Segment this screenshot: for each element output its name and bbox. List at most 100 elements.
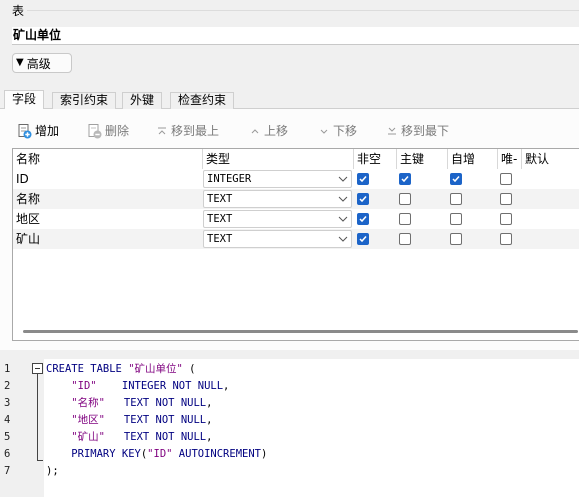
column-header-autoincrement[interactable]: 自增 <box>448 149 498 169</box>
primary-key-checkbox[interactable] <box>399 193 411 205</box>
line-number: 5 <box>4 431 11 443</box>
code-line[interactable]: "ID" INTEGER NOT NULL, <box>46 378 229 395</box>
field-name-cell[interactable]: 名称 <box>13 189 203 209</box>
column-header-type[interactable]: 类型 <box>203 149 354 169</box>
arrow-up-icon <box>249 125 261 137</box>
line-number: 3 <box>4 397 11 409</box>
autoincrement-checkbox[interactable] <box>450 213 462 225</box>
field-type-select[interactable]: TEXT <box>203 230 352 248</box>
autoincrement-checkbox[interactable] <box>450 173 462 185</box>
move-to-bottom-button[interactable]: 移到最下 <box>386 122 449 140</box>
unique-checkbox[interactable] <box>500 213 512 225</box>
line-number: 2 <box>4 380 11 392</box>
primary-key-checkbox[interactable] <box>399 213 411 225</box>
advanced-button[interactable]: ▼ 高级 <box>12 53 72 73</box>
default-value-cell[interactable] <box>522 189 579 209</box>
tab-foreign-keys[interactable]: 外键 <box>122 92 163 109</box>
column-header-unique[interactable]: 唯- <box>498 149 522 169</box>
tab-fields[interactable]: 字段 <box>4 90 45 109</box>
code-line[interactable]: CREATE TABLE "矿山单位" ( <box>46 361 196 378</box>
primary-key-checkbox[interactable] <box>399 173 411 185</box>
field-name-cell[interactable]: ID <box>13 169 203 189</box>
sql-keyword: TEXT NOT NULL <box>123 397 207 409</box>
grid-header: 名称 类型 非空 主键 自增 唯- 默认 <box>13 149 579 169</box>
field-type-select[interactable]: TEXT <box>203 210 352 228</box>
add-field-icon <box>16 123 32 139</box>
delete-field-icon <box>86 123 102 139</box>
add-field-label: 增加 <box>35 124 60 138</box>
horizontal-scrollbar[interactable] <box>23 330 578 333</box>
move-up-button[interactable]: 上移 <box>249 122 288 140</box>
sql-keyword: AUTOINCREMENT <box>178 448 261 460</box>
default-value-cell[interactable] <box>522 169 579 189</box>
line-number: 6 <box>4 448 11 460</box>
column-header-primary-key[interactable]: 主键 <box>397 149 448 169</box>
move-down-button[interactable]: 下移 <box>318 122 357 140</box>
field-name-cell[interactable]: 矿山 <box>13 229 203 249</box>
column-header-not-null[interactable]: 非空 <box>354 149 397 169</box>
field-type-select[interactable]: TEXT <box>203 190 352 208</box>
unique-checkbox[interactable] <box>500 173 512 185</box>
fold-toggle-icon[interactable] <box>32 363 43 374</box>
sql-keyword: CREATE TABLE <box>46 363 129 375</box>
move-up-label: 上移 <box>264 124 289 138</box>
line-number: 7 <box>4 465 11 477</box>
field-type-value: TEXT <box>207 193 233 205</box>
delete-field-label: 删除 <box>105 124 130 138</box>
default-value-cell[interactable] <box>522 209 579 229</box>
sql-keyword: TEXT NOT NULL <box>123 414 207 426</box>
not-null-checkbox[interactable] <box>357 233 369 245</box>
tab-check-constraints[interactable]: 检查约束 <box>170 92 235 109</box>
field-type-select[interactable]: INTEGER <box>203 170 352 188</box>
code-line[interactable]: ); <box>46 463 59 480</box>
move-to-top-label: 移到最上 <box>171 124 220 138</box>
sql-text: , <box>206 414 213 426</box>
sql-keyword: PRIMARY KEY <box>71 448 141 460</box>
move-to-bottom-label: 移到最下 <box>401 124 450 138</box>
add-field-button[interactable]: 增加 <box>16 122 59 140</box>
unique-checkbox[interactable] <box>500 193 512 205</box>
table-row[interactable]: ID INTEGER <box>13 169 579 189</box>
code-line[interactable]: PRIMARY KEY("ID" AUTOINCREMENT) <box>46 446 267 463</box>
table-row[interactable]: 地区 TEXT <box>13 209 579 229</box>
table-row[interactable]: 名称 TEXT <box>13 189 579 209</box>
sql-text: , <box>206 397 213 409</box>
arrow-down-icon <box>318 125 330 137</box>
sql-text: ( <box>182 363 196 375</box>
sql-identifier: "地区" <box>71 414 105 426</box>
autoincrement-checkbox[interactable] <box>450 233 462 245</box>
move-down-label: 下移 <box>333 124 358 138</box>
table-name-input[interactable]: 矿山单位 <box>12 27 579 45</box>
field-type-value: TEXT <box>207 213 233 225</box>
primary-key-checkbox[interactable] <box>399 233 411 245</box>
field-name-cell[interactable]: 地区 <box>13 209 203 229</box>
group-divider <box>27 10 579 11</box>
tab-index-constraints[interactable]: 索引约束 <box>52 92 117 109</box>
autoincrement-checkbox[interactable] <box>450 193 462 205</box>
not-null-checkbox[interactable] <box>357 173 369 185</box>
default-value-cell[interactable] <box>522 229 579 249</box>
line-number: 1 <box>4 363 11 375</box>
code-line[interactable]: "矿山" TEXT NOT NULL, <box>46 429 212 446</box>
fold-guide <box>37 374 38 460</box>
code-line[interactable]: "地区" TEXT NOT NULL, <box>46 412 212 429</box>
move-to-top-button[interactable]: 移到最上 <box>156 122 219 140</box>
not-null-checkbox[interactable] <box>357 193 369 205</box>
code-line[interactable]: "名称" TEXT NOT NULL, <box>46 395 212 412</box>
column-header-default[interactable]: 默认 <box>522 149 579 169</box>
sql-text: , <box>206 431 213 443</box>
not-null-checkbox[interactable] <box>357 213 369 225</box>
column-header-name[interactable]: 名称 <box>13 149 203 169</box>
unique-checkbox[interactable] <box>500 233 512 245</box>
delete-field-button[interactable]: 删除 <box>86 122 129 140</box>
table-row[interactable]: 矿山 TEXT <box>13 229 579 249</box>
field-type-value: INTEGER <box>207 173 252 185</box>
sql-identifier: "ID" <box>147 448 173 460</box>
